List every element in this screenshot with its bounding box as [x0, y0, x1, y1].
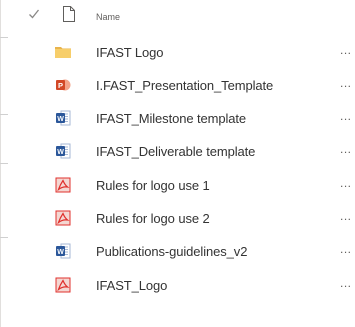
file-name[interactable]: IFAST_Milestone template — [96, 111, 246, 126]
name-column-header[interactable]: Name — [96, 12, 120, 22]
more-options-button[interactable]: ... — [340, 43, 355, 57]
file-name[interactable]: I.FAST_Presentation_Template — [96, 78, 273, 93]
select-all-checkmark-icon[interactable] — [28, 7, 40, 21]
file-row[interactable]: W Publications-guidelines_v2 ... — [55, 236, 355, 268]
file-row[interactable]: W IFAST_Deliverable template ... — [55, 136, 355, 168]
more-options-button[interactable]: ... — [340, 76, 355, 90]
word-file-icon: W — [55, 243, 71, 259]
file-row[interactable]: Rules for logo use 2 ... — [55, 203, 355, 235]
svg-text:W: W — [57, 249, 64, 256]
svg-text:P: P — [58, 81, 63, 90]
pdf-file-icon — [55, 277, 71, 293]
left-pane-tick — [0, 237, 8, 238]
more-options-button[interactable]: ... — [340, 142, 355, 156]
left-pane-tick — [0, 114, 8, 115]
file-name[interactable]: Publications-guidelines_v2 — [96, 244, 247, 259]
pdf-file-icon — [55, 177, 71, 193]
file-type-header-icon[interactable] — [62, 5, 76, 23]
file-name[interactable]: Rules for logo use 1 — [96, 178, 210, 193]
word-file-icon: W — [55, 110, 71, 126]
left-pane-tick — [0, 37, 8, 38]
folder-icon — [55, 44, 71, 60]
more-options-button[interactable]: ... — [340, 209, 355, 223]
svg-text:W: W — [57, 149, 64, 156]
file-name[interactable]: IFAST_Logo — [96, 278, 167, 293]
file-row[interactable]: Rules for logo use 1 ... — [55, 170, 355, 202]
powerpoint-file-icon: P — [55, 77, 71, 93]
more-options-button[interactable]: ... — [340, 276, 355, 290]
file-name[interactable]: IFAST Logo — [96, 45, 164, 60]
file-row[interactable]: IFAST_Logo ... — [55, 270, 355, 302]
more-options-button[interactable]: ... — [340, 176, 355, 190]
word-file-icon: W — [55, 143, 71, 159]
file-name[interactable]: IFAST_Deliverable template — [96, 144, 255, 159]
file-row[interactable]: W IFAST_Milestone template ... — [55, 103, 355, 135]
pdf-file-icon — [55, 210, 71, 226]
more-options-button[interactable]: ... — [340, 242, 355, 256]
left-pane-tick — [0, 163, 8, 164]
svg-text:W: W — [57, 116, 64, 123]
file-row[interactable]: P I.FAST_Presentation_Template ... — [55, 70, 355, 102]
file-row[interactable]: IFAST Logo ... — [55, 37, 355, 69]
more-options-button[interactable]: ... — [340, 109, 355, 123]
file-name[interactable]: Rules for logo use 2 — [96, 211, 210, 226]
